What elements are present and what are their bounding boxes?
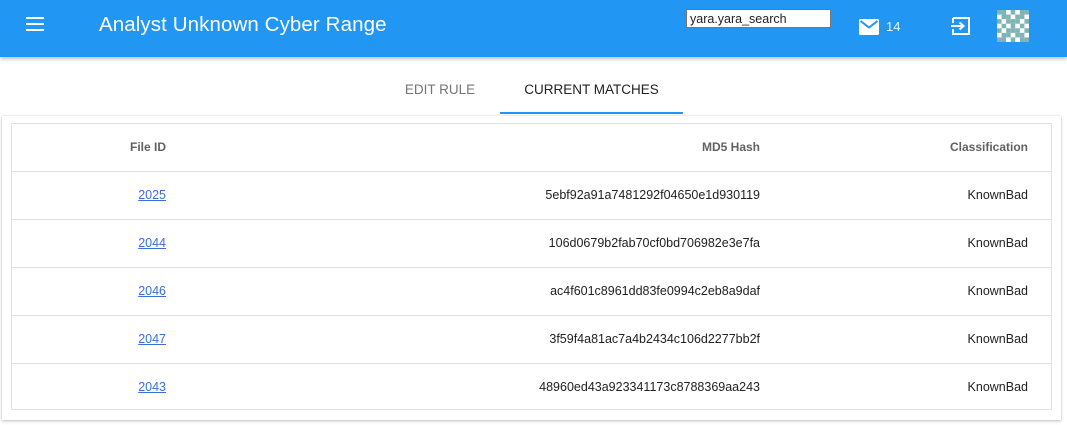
md5-hash: 106d0679b2fab70cf0bd706982e3e7fa xyxy=(548,236,760,250)
file-id-link[interactable]: 2043 xyxy=(138,380,166,394)
app-title: Analyst Unknown Cyber Range xyxy=(99,13,387,36)
md5-hash: 5ebf92a91a7481292f04650e1d930119 xyxy=(545,188,760,202)
matches-card: File ID MD5 Hash Classification 2025 5eb… xyxy=(2,116,1061,420)
mail-count-badge: 14 xyxy=(886,19,901,34)
header-file-id[interactable]: File ID xyxy=(12,124,166,171)
table-row: 2046 ac4f601c8961dd83fe0994c2eb8a9daf Kn… xyxy=(12,268,1051,316)
table-row: 2043 48960ed43a923341173c8788369aa243 Kn… xyxy=(12,364,1051,412)
menu-icon[interactable] xyxy=(22,12,48,38)
md5-hash: ac4f601c8961dd83fe0994c2eb8a9daf xyxy=(550,284,760,298)
classification: KnownBad xyxy=(967,380,1028,394)
tab-edit-rule[interactable]: EDIT RULE xyxy=(381,70,499,114)
matches-table: File ID MD5 Hash Classification 2025 5eb… xyxy=(11,123,1052,410)
table-row: 2044 106d0679b2fab70cf0bd706982e3e7fa Kn… xyxy=(12,220,1051,268)
md5-hash: 48960ed43a923341173c8788369aa243 xyxy=(539,380,760,394)
mail-icon[interactable] xyxy=(859,19,879,35)
classification: KnownBad xyxy=(967,236,1028,250)
search-input[interactable] xyxy=(686,9,831,28)
file-id-link[interactable]: 2046 xyxy=(138,284,166,298)
app-bar: Analyst Unknown Cyber Range 14 xyxy=(0,0,1067,57)
classification: KnownBad xyxy=(967,188,1028,202)
classification: KnownBad xyxy=(967,332,1028,346)
classification: KnownBad xyxy=(967,284,1028,298)
header-classification[interactable]: Classification xyxy=(772,124,1028,171)
table-row: 2047 3f59f4a81ac7a4b2434c106d2277bb2f Kn… xyxy=(12,316,1051,364)
identicon-avatar[interactable] xyxy=(997,10,1029,42)
table-header-row: File ID MD5 Hash Classification xyxy=(12,124,1051,172)
header-md5-hash[interactable]: MD5 Hash xyxy=(172,124,760,171)
table-row: 2025 5ebf92a91a7481292f04650e1d930119 Kn… xyxy=(12,172,1051,220)
md5-hash: 3f59f4a81ac7a4b2434c106d2277bb2f xyxy=(549,332,760,346)
file-id-link[interactable]: 2044 xyxy=(138,236,166,250)
file-id-link[interactable]: 2047 xyxy=(138,332,166,346)
tab-current-matches[interactable]: CURRENT MATCHES xyxy=(500,70,683,114)
logout-icon[interactable] xyxy=(950,15,972,37)
file-id-link[interactable]: 2025 xyxy=(138,188,166,202)
